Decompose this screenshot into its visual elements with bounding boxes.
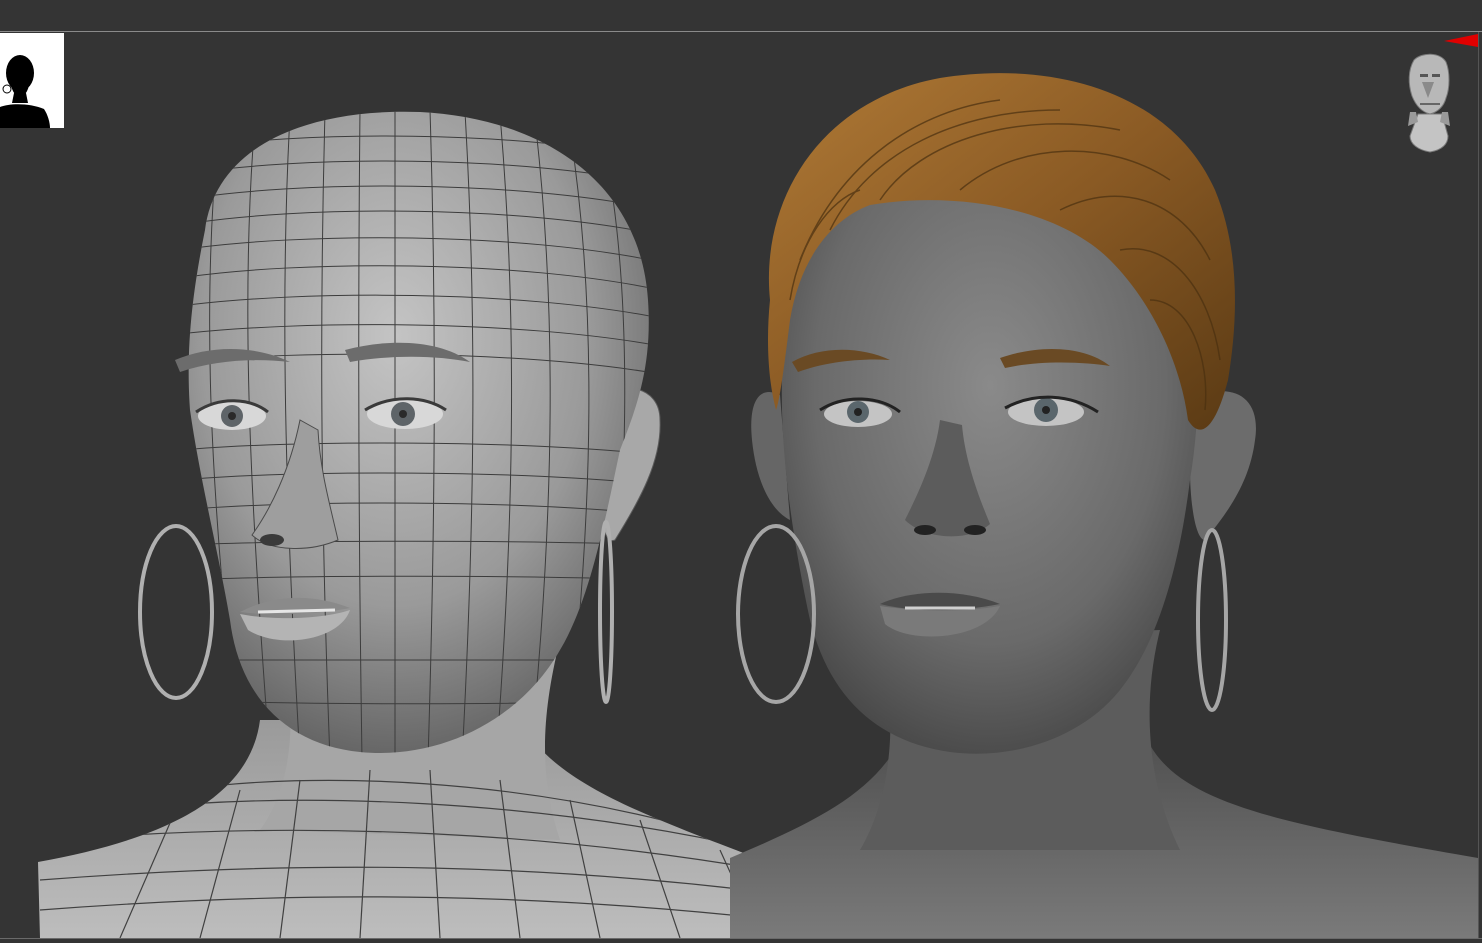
silhouette-thumbnail[interactable] xyxy=(0,33,64,128)
textured-left-earring xyxy=(736,524,816,704)
textured-nostril-left xyxy=(914,525,936,535)
wireframe-nostril xyxy=(260,534,284,546)
wireframe-right-pupil xyxy=(399,410,407,418)
zbrush-3d-viewport[interactable] xyxy=(0,0,1482,943)
textured-left-pupil xyxy=(854,408,862,416)
textured-head-model[interactable] xyxy=(730,73,1478,938)
viewport-bottom-border xyxy=(0,938,1482,939)
wireframe-right-earring xyxy=(598,520,614,704)
red-flag-icon xyxy=(1444,34,1478,47)
wireframe-head-model[interactable] xyxy=(38,110,860,938)
sculpt-scene[interactable] xyxy=(0,32,1482,938)
wireframe-left-pupil xyxy=(228,412,236,420)
textured-nostril-right xyxy=(964,525,986,535)
textured-right-earring xyxy=(1196,528,1228,712)
wireframe-left-earring xyxy=(138,524,214,700)
wireframe-teeth xyxy=(257,608,336,614)
textured-right-pupil xyxy=(1042,406,1050,414)
person-silhouette-icon xyxy=(0,33,64,128)
head-navigation-gizmo-icon[interactable] xyxy=(1396,52,1462,156)
